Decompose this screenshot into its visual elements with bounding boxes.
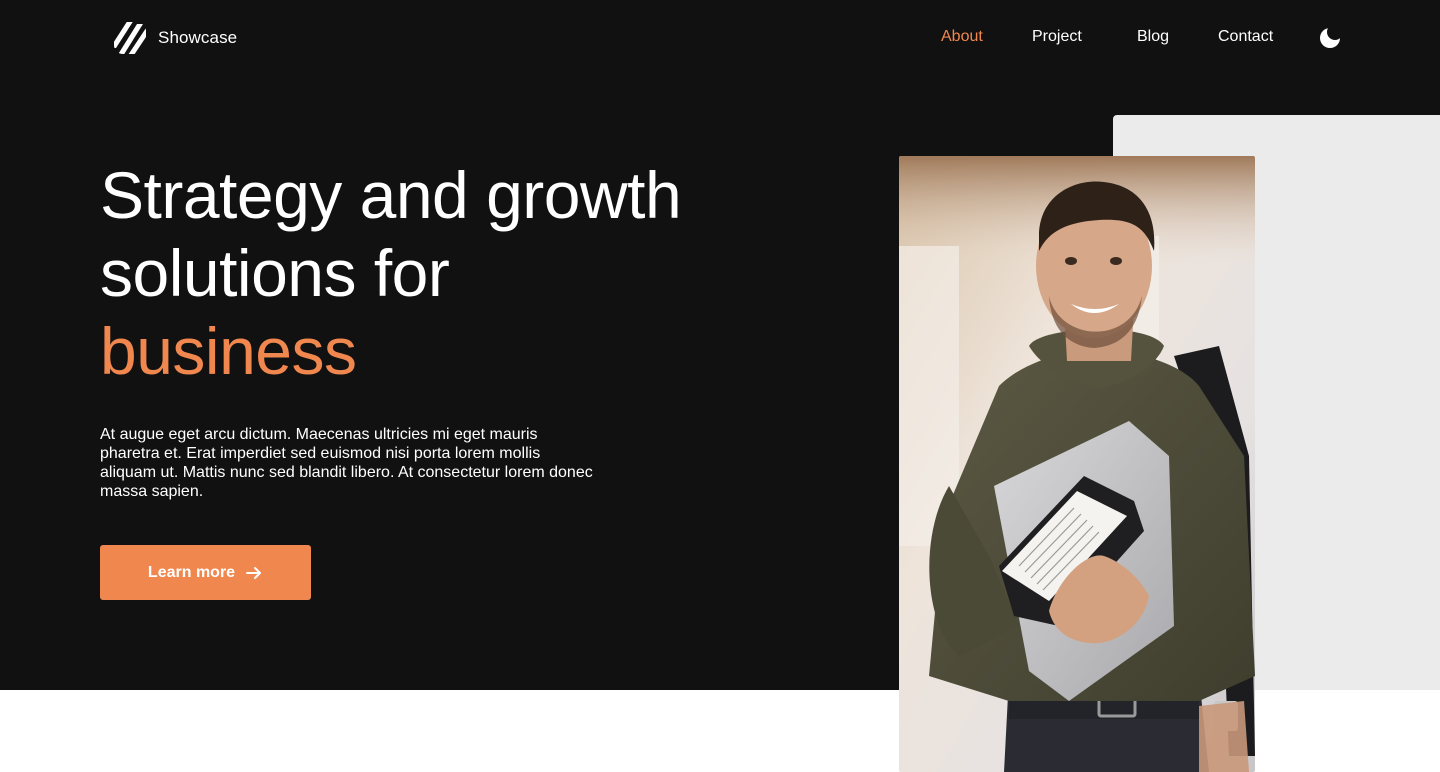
hero-photo (899, 156, 1255, 772)
nav-item-blog[interactable]: Blog (1137, 26, 1169, 48)
nav-item-about[interactable]: About (941, 26, 983, 48)
learn-more-label: Learn more (147, 563, 236, 581)
nav-item-contact[interactable]: Contact (1218, 26, 1273, 48)
main-nav: About Project Blog Contact (0, 26, 1440, 50)
learn-more-button[interactable]: Learn more (100, 545, 311, 600)
nav-item-project[interactable]: Project (1032, 26, 1082, 48)
hero-headline: Strategy and growth solutions for busine… (100, 156, 820, 390)
hero-description: At augue eget arcu dictum. Maecenas ultr… (100, 426, 593, 500)
arrow-right-icon (246, 566, 262, 579)
moon-icon[interactable] (1318, 26, 1342, 50)
student-portrait-image (899, 156, 1255, 772)
headline-line-2: solutions for (100, 236, 450, 310)
headline-line-1: Strategy and growth (100, 158, 682, 232)
headline-accent: business (100, 314, 357, 388)
page: Showcase About Project Blog Contact Stra… (0, 0, 1440, 772)
